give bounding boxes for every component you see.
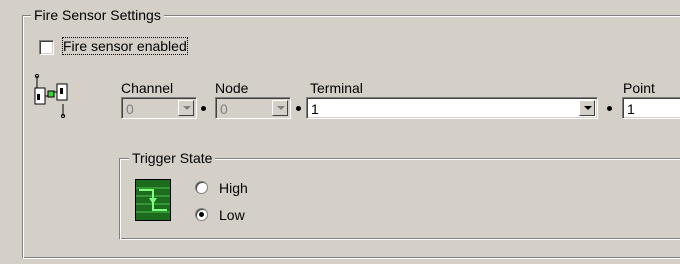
point-label: Point bbox=[623, 80, 655, 96]
fire-sensor-settings-title: Fire Sensor Settings bbox=[31, 7, 164, 23]
radio-selected-dot bbox=[199, 212, 204, 217]
terminal-dropdown[interactable]: 1 bbox=[306, 97, 598, 119]
separator-dot bbox=[201, 106, 206, 111]
fire-sensor-enabled-checkbox[interactable] bbox=[39, 40, 54, 55]
channel-value: 0 bbox=[126, 101, 134, 117]
trigger-state-group bbox=[119, 158, 680, 240]
fire-sensor-panel: Fire Sensor Settings Fire sensor enabled… bbox=[0, 0, 680, 264]
node-dropdown[interactable]: 0 bbox=[215, 97, 291, 119]
chevron-down-icon[interactable] bbox=[272, 100, 288, 116]
separator-dot bbox=[607, 106, 612, 111]
trigger-high-label[interactable]: High bbox=[219, 180, 248, 196]
point-input[interactable]: 1 bbox=[622, 97, 680, 119]
fire-sensor-enabled-label[interactable]: Fire sensor enabled bbox=[62, 37, 188, 55]
channel-label: Channel bbox=[121, 80, 174, 96]
trigger-state-title: Trigger State bbox=[129, 150, 216, 166]
trigger-low-label[interactable]: Low bbox=[219, 207, 245, 223]
channel-dropdown[interactable]: 0 bbox=[121, 97, 197, 119]
node-label: Node bbox=[215, 80, 249, 96]
device-network-icon bbox=[34, 74, 68, 118]
terminal-label: Terminal bbox=[310, 80, 363, 96]
point-value: 1 bbox=[627, 101, 635, 117]
trigger-edge-icon bbox=[135, 179, 171, 221]
node-value: 0 bbox=[220, 101, 228, 117]
trigger-high-radio[interactable] bbox=[195, 181, 208, 194]
terminal-value: 1 bbox=[311, 101, 319, 117]
trigger-low-radio[interactable] bbox=[195, 208, 208, 221]
separator-dot bbox=[296, 106, 301, 111]
chevron-down-icon[interactable] bbox=[579, 100, 595, 116]
chevron-down-icon[interactable] bbox=[178, 100, 194, 116]
